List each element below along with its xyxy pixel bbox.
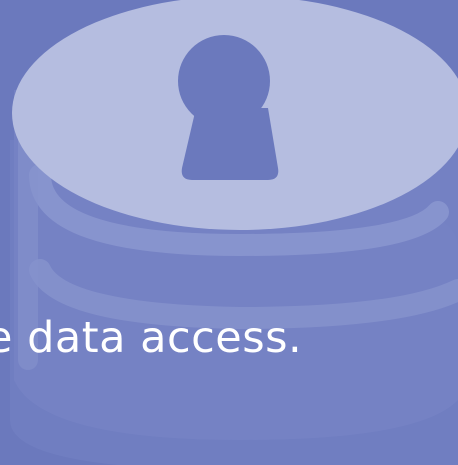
tagline-text: e data access. bbox=[0, 313, 303, 363]
database-lock-icon bbox=[10, 0, 458, 465]
hero-scene: e data access. bbox=[0, 0, 458, 465]
